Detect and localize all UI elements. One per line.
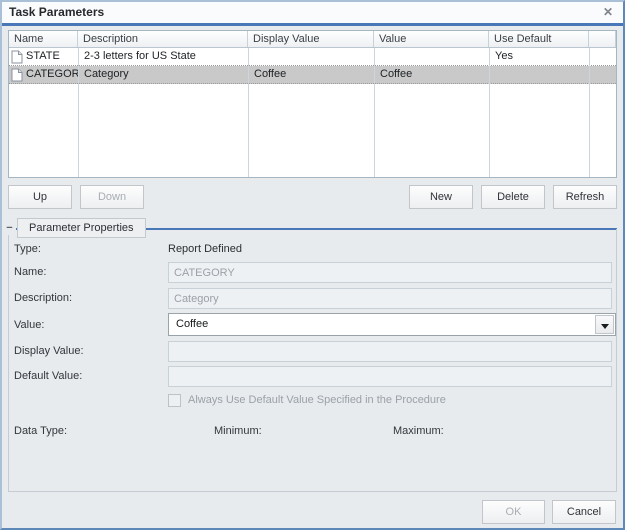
table-rows: STATE 2-3 letters for US State Yes CATEG… (9, 48, 616, 84)
cell-display-value: Coffee (248, 66, 374, 83)
always-use-default-checkbox[interactable] (168, 394, 181, 407)
up-button[interactable]: Up (8, 185, 72, 209)
cell-use-default: Yes (489, 48, 589, 65)
minimum-label: Minimum: (214, 425, 262, 437)
task-parameters-dialog: Task Parameters ✕ Name Description Displ… (0, 0, 625, 530)
delete-button[interactable]: Delete (481, 185, 545, 209)
value-dropdown[interactable]: Coffee (168, 313, 616, 336)
cell-name: STATE (26, 48, 60, 65)
document-icon (11, 68, 23, 82)
dialog-title: Task Parameters (9, 2, 104, 23)
default-value-field[interactable] (168, 366, 612, 387)
cell-name: CATEGORY (26, 66, 78, 83)
group-legend: Parameter Properties (17, 218, 146, 238)
type-value: Report Defined (168, 243, 242, 255)
document-icon (11, 50, 23, 64)
table-row-state[interactable]: STATE 2-3 letters for US State Yes (9, 48, 616, 66)
always-use-default-label: Always Use Default Value Specified in th… (188, 394, 446, 406)
ok-button[interactable]: OK (482, 500, 545, 524)
name-field[interactable] (168, 262, 612, 283)
cell-description: 2-3 letters for US State (78, 48, 248, 65)
collapse-icon[interactable]: − (3, 222, 16, 235)
type-label: Type: (14, 243, 41, 255)
table-row-category[interactable]: CATEGORY Category Coffee Coffee (9, 66, 616, 84)
new-button[interactable]: New (409, 185, 473, 209)
value-label: Value: (14, 319, 44, 331)
column-header-value[interactable]: Value (374, 31, 489, 47)
cell-display-value (248, 48, 374, 65)
parameters-table: Name Description Display Value Value Use… (8, 30, 617, 178)
description-field[interactable] (168, 288, 612, 309)
refresh-button[interactable]: Refresh (553, 185, 617, 209)
cell-blank (589, 66, 616, 83)
cell-blank (589, 48, 616, 65)
name-label: Name: (14, 266, 46, 278)
down-button[interactable]: Down (80, 185, 144, 209)
column-header-blank (589, 31, 616, 47)
titlebar: Task Parameters ✕ (2, 2, 623, 23)
cancel-button[interactable]: Cancel (552, 500, 616, 524)
chevron-down-icon (601, 324, 609, 329)
column-header-description[interactable]: Description (78, 31, 248, 47)
value-dropdown-text: Coffee (176, 314, 208, 335)
maximum-label: Maximum: (393, 425, 444, 437)
data-type-label: Data Type: (14, 425, 67, 437)
cell-use-default (489, 66, 589, 83)
cell-value (374, 48, 489, 65)
display-value-field[interactable] (168, 341, 612, 362)
close-icon[interactable]: ✕ (600, 4, 616, 20)
column-header-use-default[interactable]: Use Default (489, 31, 589, 47)
cell-value: Coffee (374, 66, 489, 83)
dropdown-button[interactable] (595, 315, 614, 334)
column-header-name[interactable]: Name (9, 31, 78, 47)
display-value-label: Display Value: (14, 345, 84, 357)
default-value-label: Default Value: (14, 370, 82, 382)
table-header: Name Description Display Value Value Use… (9, 31, 616, 48)
column-header-display-value[interactable]: Display Value (248, 31, 374, 47)
cell-description: Category (78, 66, 248, 83)
title-accent-line (2, 23, 623, 26)
description-label: Description: (14, 292, 72, 304)
